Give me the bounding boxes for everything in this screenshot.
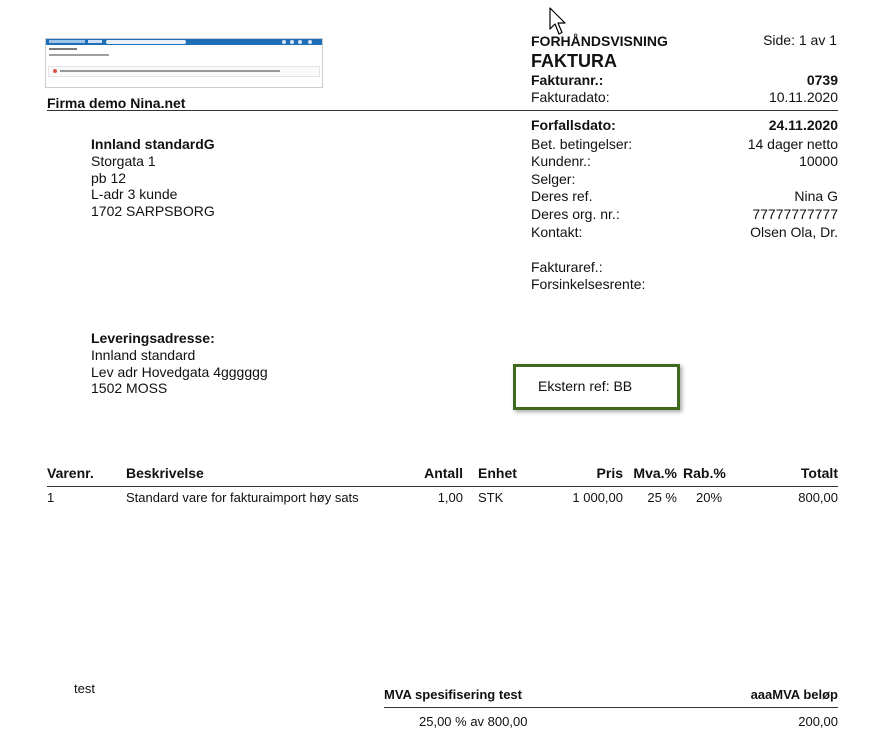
company-name: Firma demo Nina.net [47, 95, 186, 111]
col-header-discount: Rab.% [683, 465, 726, 481]
customer-address-line: Storgata 1 [91, 153, 156, 169]
table-cell-quantity: 1,00 [437, 490, 463, 505]
header-divider [47, 110, 838, 111]
your-ref-value: Nina G [794, 188, 838, 204]
col-header-vat: Mva.% [633, 465, 677, 481]
terms-label: Bet. betingelser: [531, 136, 633, 152]
col-header-price: Pris [596, 465, 623, 481]
seller-label: Selger: [531, 171, 576, 187]
vat-divider [384, 707, 838, 708]
col-header-unit: Enhet [478, 465, 517, 481]
delivery-address-line: Innland standard [91, 347, 196, 363]
invoice-date: 10.11.2020 [768, 89, 838, 105]
org-number-label: Deres org. nr.: [531, 206, 620, 222]
table-cell-item-no: 1 [47, 490, 55, 505]
terms-value: 14 dager netto [747, 136, 838, 152]
customer-number: 10000 [799, 153, 838, 169]
page-info: Side: 1 av 1 [763, 32, 837, 48]
invoice-number: 0739 [806, 72, 838, 88]
table-cell-description: Standard vare for fakturaimport høy sats [126, 490, 359, 505]
contact-value: Olsen Ola, Dr. [750, 224, 838, 240]
delivery-address-line: 1502 MOSS [91, 380, 168, 396]
vat-line: 25,00 % av 800,00 [419, 714, 528, 729]
invoice-ref-label: Fakturaref.: [531, 259, 603, 275]
vat-amount: 200,00 [798, 714, 838, 729]
customer-number-label: Kundenr.: [531, 153, 591, 169]
table-cell-total: 800,00 [798, 490, 838, 505]
contact-label: Kontakt: [531, 224, 583, 240]
customer-address-line: pb 12 [91, 170, 127, 186]
company-logo-thumbnail [45, 38, 323, 88]
table-cell-unit: STK [478, 490, 504, 505]
col-header-item-no: Varenr. [47, 465, 94, 481]
delivery-address-label: Leveringsadresse: [91, 330, 215, 346]
due-date-label: Forfallsdato: [531, 117, 616, 133]
due-date: 24.11.2020 [768, 117, 838, 133]
preview-label: FORHÅNDSVISNING [531, 33, 668, 49]
table-cell-price: 1 000,00 [572, 490, 623, 505]
vat-amount-label: aaaMVA beløp [750, 687, 838, 702]
late-interest-label: Forsinkelsesrente: [531, 276, 646, 292]
table-cell-vat: 25 % [647, 490, 677, 505]
org-number-value: 77777777777 [752, 206, 838, 222]
col-header-quantity: Antall [424, 465, 463, 481]
invoice-number-label: Fakturanr.: [531, 72, 604, 88]
delivery-address-line: Lev adr Hovedgata 4gggggg [91, 364, 268, 380]
vat-spec-label: MVA spesifisering test [384, 687, 522, 702]
external-ref: Ekstern ref: BB [538, 378, 633, 394]
footer-note: test [74, 681, 95, 696]
document-title: FAKTURA [531, 51, 617, 71]
invoice-date-label: Fakturadato: [531, 89, 610, 105]
table-cell-discount: 20% [696, 490, 723, 505]
customer-address-line: L-adr 3 kunde [91, 186, 178, 202]
customer-name: Innland standardG [91, 136, 215, 152]
your-ref-label: Deres ref. [531, 188, 593, 204]
customer-address-line: 1702 SARPSBORG [91, 203, 215, 219]
col-header-total: Totalt [800, 465, 838, 481]
col-header-description: Beskrivelse [126, 465, 204, 481]
table-header-divider [47, 486, 838, 487]
